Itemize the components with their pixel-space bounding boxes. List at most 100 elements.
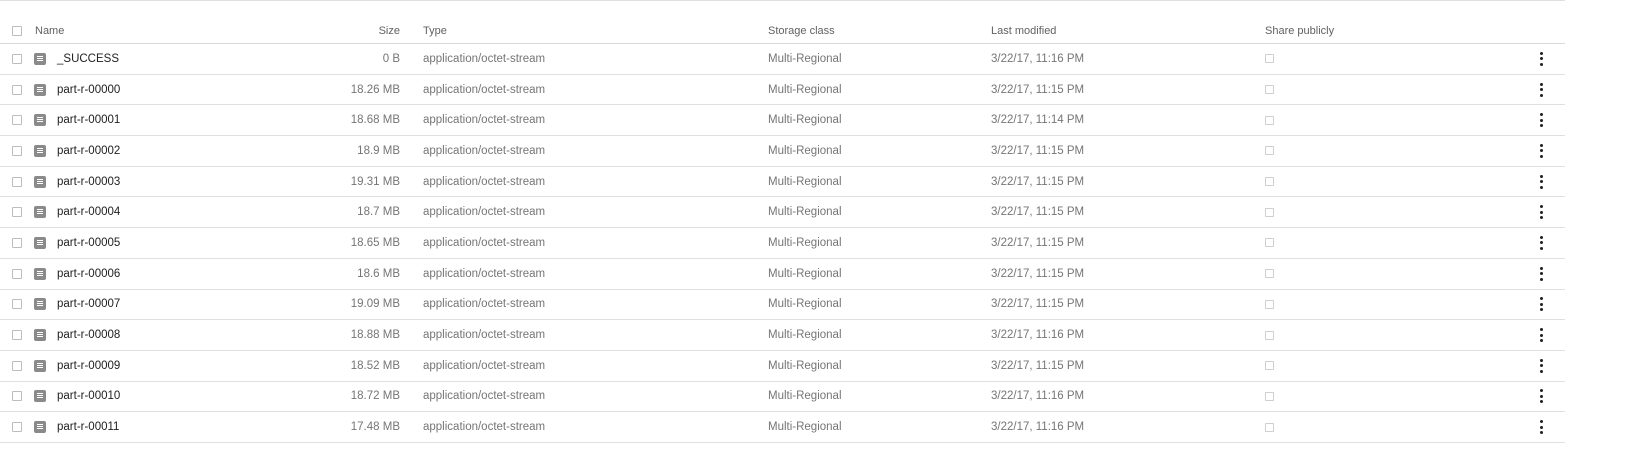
table-row[interactable]: part-r-00001 18.68 MB application/octet-st… xyxy=(0,105,1565,137)
row-select-cell[interactable] xyxy=(12,351,22,381)
row-menu-cell[interactable] xyxy=(1532,412,1550,442)
object-name-link[interactable]: part-r-00003 xyxy=(57,167,120,197)
row-checkbox[interactable] xyxy=(12,53,22,64)
more-vert-icon[interactable] xyxy=(1539,266,1543,281)
table-row[interactable]: _SUCCESS 0 B application/octet-stream Multi… xyxy=(0,44,1565,75)
share-publicly-cell[interactable] xyxy=(1265,136,1274,166)
share-publicly-cell[interactable] xyxy=(1265,259,1274,289)
row-checkbox[interactable] xyxy=(12,299,22,310)
row-select-cell[interactable] xyxy=(12,167,22,197)
more-vert-icon[interactable] xyxy=(1539,205,1543,220)
table-row[interactable]: part-r-00008 18.88 MB application/octet-st… xyxy=(0,320,1565,351)
column-header-last-modified[interactable]: Last modified xyxy=(991,18,1056,43)
object-name-link[interactable]: part-r-00005 xyxy=(57,228,120,258)
share-publicly-cell[interactable] xyxy=(1265,290,1274,320)
share-publicly-cell[interactable] xyxy=(1265,228,1274,258)
more-vert-icon[interactable] xyxy=(1539,420,1543,435)
share-publicly-checkbox[interactable] xyxy=(1265,299,1274,309)
share-publicly-checkbox[interactable] xyxy=(1265,115,1274,125)
row-select-cell[interactable] xyxy=(12,382,22,412)
row-checkbox[interactable] xyxy=(12,360,22,371)
row-checkbox[interactable] xyxy=(12,176,22,187)
share-publicly-cell[interactable] xyxy=(1265,167,1274,197)
row-select-cell[interactable] xyxy=(12,105,22,135)
row-select-cell[interactable] xyxy=(12,75,22,105)
object-name-link[interactable]: part-r-00007 xyxy=(57,290,120,320)
row-checkbox[interactable] xyxy=(12,237,22,248)
table-row[interactable]: part-r-00006 18.6 MB application/octet-str… xyxy=(0,259,1565,290)
row-checkbox[interactable] xyxy=(12,268,22,279)
row-menu-cell[interactable] xyxy=(1532,228,1550,258)
table-row[interactable]: part-r-00007 19.09 MB application/octet-st… xyxy=(0,290,1565,321)
more-vert-icon[interactable] xyxy=(1539,82,1543,97)
object-name-link[interactable]: part-r-00010 xyxy=(57,382,120,412)
share-publicly-cell[interactable] xyxy=(1265,197,1274,227)
row-menu-cell[interactable] xyxy=(1532,351,1550,381)
share-publicly-cell[interactable] xyxy=(1265,351,1274,381)
more-vert-icon[interactable] xyxy=(1539,143,1543,158)
share-publicly-checkbox[interactable] xyxy=(1265,422,1274,432)
more-vert-icon[interactable] xyxy=(1539,51,1543,66)
share-publicly-checkbox[interactable] xyxy=(1265,269,1274,279)
row-checkbox[interactable] xyxy=(12,391,22,402)
share-publicly-checkbox[interactable] xyxy=(1265,330,1274,340)
row-select-cell[interactable] xyxy=(12,290,22,320)
object-name-link[interactable]: part-r-00006 xyxy=(57,259,120,289)
share-publicly-cell[interactable] xyxy=(1265,44,1274,74)
row-select-cell[interactable] xyxy=(12,320,22,350)
row-select-cell[interactable] xyxy=(12,259,22,289)
row-menu-cell[interactable] xyxy=(1532,136,1550,166)
row-menu-cell[interactable] xyxy=(1532,44,1550,74)
object-name-link[interactable]: part-r-00009 xyxy=(57,351,120,381)
more-vert-icon[interactable] xyxy=(1539,297,1543,312)
row-menu-cell[interactable] xyxy=(1532,105,1550,135)
table-row[interactable]: part-r-00011 17.48 MB application/octet-st… xyxy=(0,412,1565,443)
row-select-cell[interactable] xyxy=(12,136,22,166)
row-checkbox[interactable] xyxy=(12,115,22,126)
row-checkbox[interactable] xyxy=(12,145,22,156)
row-menu-cell[interactable] xyxy=(1532,382,1550,412)
share-publicly-checkbox[interactable] xyxy=(1265,85,1274,95)
row-menu-cell[interactable] xyxy=(1532,290,1550,320)
object-name-link[interactable]: part-r-00004 xyxy=(57,197,120,227)
more-vert-icon[interactable] xyxy=(1539,328,1543,343)
table-row[interactable]: part-r-00003 19.31 MB application/octet-st… xyxy=(0,167,1565,198)
column-header-size[interactable]: Size xyxy=(260,18,400,43)
object-name-link[interactable]: part-r-00008 xyxy=(57,320,120,350)
share-publicly-checkbox[interactable] xyxy=(1265,391,1274,401)
column-header-storage-class[interactable]: Storage class xyxy=(768,18,835,43)
object-name-link[interactable]: _SUCCESS xyxy=(57,44,119,74)
more-vert-icon[interactable] xyxy=(1539,113,1543,128)
share-publicly-checkbox[interactable] xyxy=(1265,177,1274,187)
more-vert-icon[interactable] xyxy=(1539,358,1543,373)
row-checkbox[interactable] xyxy=(12,330,22,341)
row-menu-cell[interactable] xyxy=(1532,75,1550,105)
more-vert-icon[interactable] xyxy=(1539,174,1543,189)
share-publicly-cell[interactable] xyxy=(1265,75,1274,105)
column-header-type[interactable]: Type xyxy=(423,18,447,43)
row-menu-cell[interactable] xyxy=(1532,259,1550,289)
table-row[interactable]: part-r-00002 18.9 MB application/octet-str… xyxy=(0,136,1565,167)
share-publicly-cell[interactable] xyxy=(1265,105,1274,135)
column-header-share-publicly[interactable]: Share publicly xyxy=(1265,18,1334,43)
table-row[interactable]: part-r-00000 18.26 MB application/octet-st… xyxy=(0,75,1565,106)
row-select-cell[interactable] xyxy=(12,197,22,227)
table-row[interactable]: part-r-00005 18.65 MB application/octet-st… xyxy=(0,228,1565,259)
object-name-link[interactable]: part-r-00011 xyxy=(57,412,119,442)
share-publicly-checkbox[interactable] xyxy=(1265,54,1274,64)
row-menu-cell[interactable] xyxy=(1532,167,1550,197)
row-checkbox[interactable] xyxy=(12,84,22,95)
more-vert-icon[interactable] xyxy=(1539,389,1543,404)
row-menu-cell[interactable] xyxy=(1532,320,1550,350)
column-header-name[interactable]: Name xyxy=(35,18,64,43)
table-row[interactable]: part-r-00010 18.72 MB application/octet-st… xyxy=(0,382,1565,413)
table-row[interactable]: part-r-00004 18.7 MB application/octet-str… xyxy=(0,197,1565,229)
share-publicly-cell[interactable] xyxy=(1265,412,1274,442)
object-name-link[interactable]: part-r-00001 xyxy=(57,105,120,135)
select-all-checkbox[interactable] xyxy=(12,26,22,36)
share-publicly-checkbox[interactable] xyxy=(1265,238,1274,248)
object-name-link[interactable]: part-r-00000 xyxy=(57,75,120,105)
row-select-cell[interactable] xyxy=(12,228,22,258)
share-publicly-checkbox[interactable] xyxy=(1265,207,1274,217)
row-checkbox[interactable] xyxy=(12,207,22,218)
